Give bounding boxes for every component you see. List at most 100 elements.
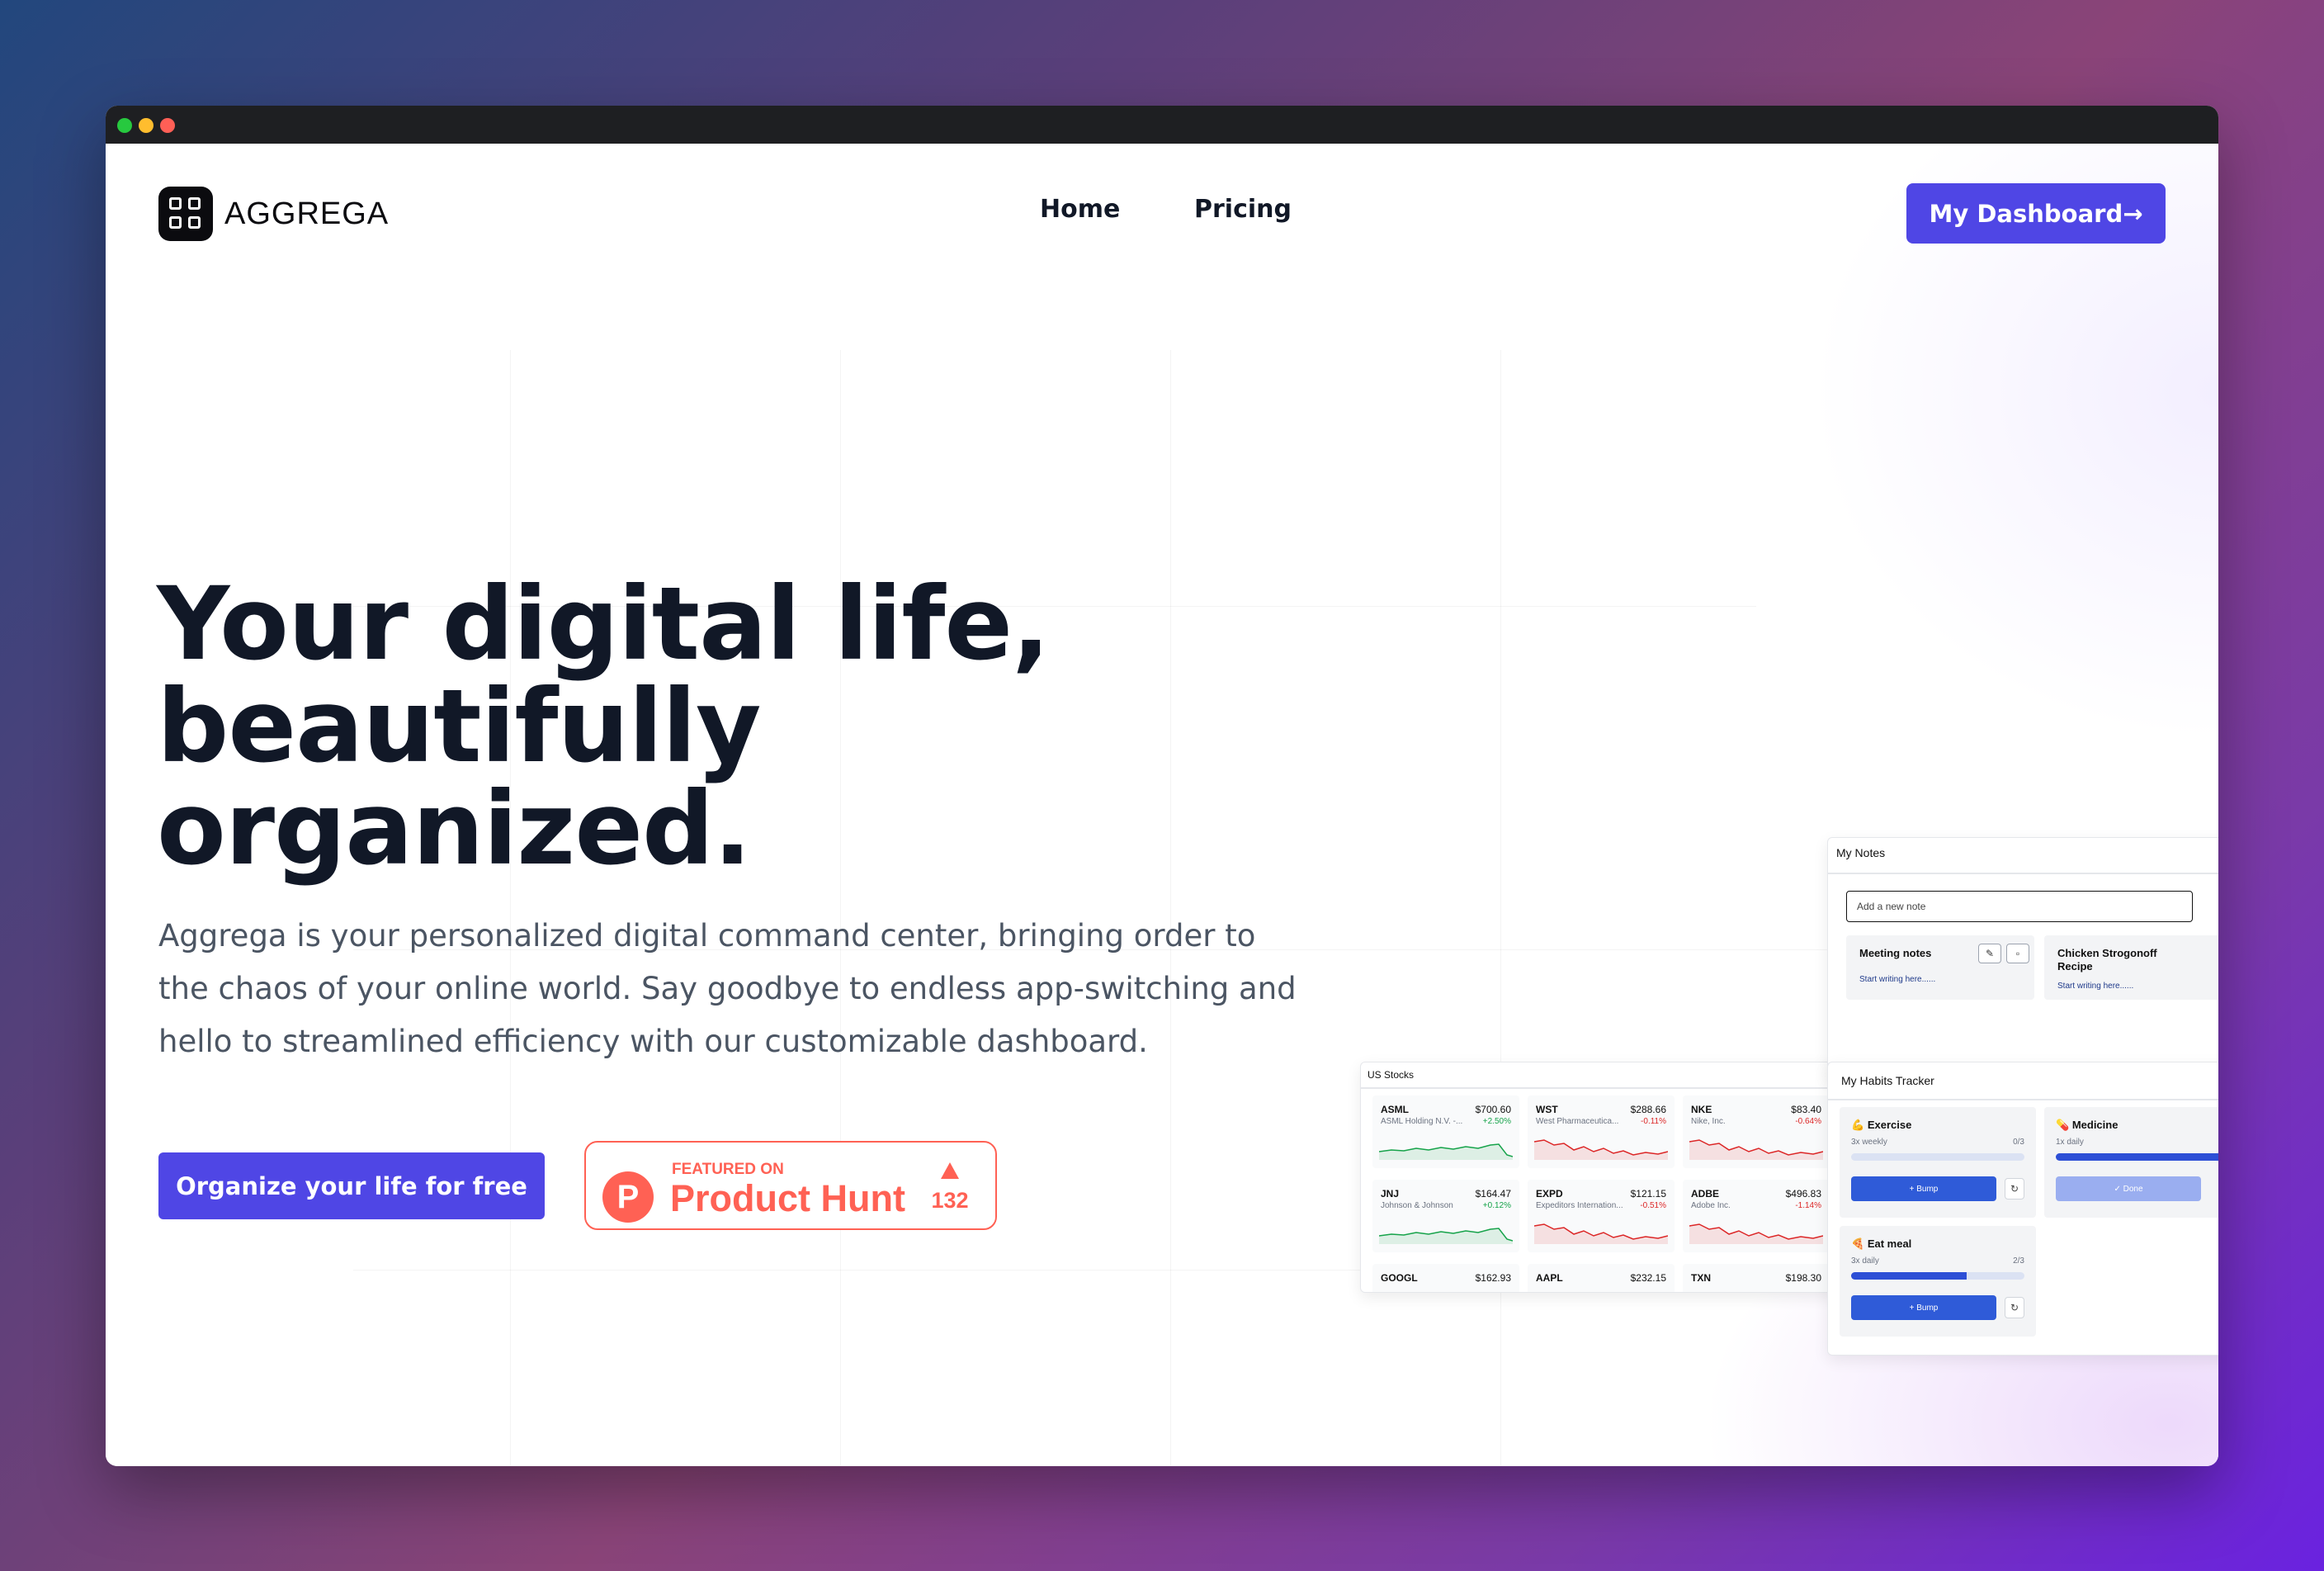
stock-change: -0.64%: [1795, 1117, 1821, 1126]
stock-tile[interactable]: GOOGL $162.93: [1372, 1264, 1519, 1292]
stock-tile[interactable]: EXPD $121.15 Expeditors Internation... -0.5…: [1528, 1180, 1675, 1252]
stock-symbol: AAPL: [1536, 1272, 1563, 1284]
stock-tile[interactable]: JNJ $164.47 Johnson & Johnson +0.12%: [1372, 1180, 1519, 1252]
stock-price: $162.93: [1475, 1272, 1511, 1284]
stock-change: -0.11%: [1641, 1117, 1666, 1126]
grid-line: [1170, 350, 1171, 1466]
product-hunt-logo-icon: P: [602, 1171, 654, 1223]
reset-icon[interactable]: ↻: [2005, 1297, 2024, 1318]
stock-company: ASML Holding N.V. -...: [1381, 1117, 1463, 1126]
stock-symbol: NKE: [1691, 1104, 1712, 1115]
window-control-maximize[interactable]: [160, 118, 175, 133]
habits-widget-title: My Habits Tracker: [1841, 1074, 1934, 1087]
hero-title: Your digital life, beautifully organized…: [157, 573, 1230, 880]
brand-logo[interactable]: AGGREGA: [158, 187, 389, 241]
stock-symbol: TXN: [1691, 1272, 1711, 1284]
product-hunt-badge[interactable]: P FEATURED ON Product Hunt 132: [584, 1141, 997, 1230]
note-card[interactable]: Meeting notes Start writing here...... ✎…: [1846, 935, 2034, 1000]
stock-price: $700.60: [1475, 1104, 1511, 1115]
stock-change: -1.14%: [1795, 1201, 1821, 1210]
window-control-minimize[interactable]: [139, 118, 154, 133]
done-button[interactable]: ✓ Done: [2056, 1176, 2201, 1201]
stock-price: $232.15: [1630, 1272, 1666, 1284]
habit-label: Eat meal: [1867, 1237, 1912, 1250]
stock-sparkline: [1689, 1223, 1823, 1244]
note-title: Meeting notes: [1859, 947, 1932, 959]
upvote-count: 132: [931, 1188, 969, 1213]
notes-widget: My Notes Add a new note Meeting notes St…: [1827, 837, 2218, 1078]
notes-widget-title: My Notes: [1836, 846, 1886, 859]
note-body: Start writing here......: [2057, 982, 2134, 991]
grid-line: [510, 350, 511, 1466]
stock-price: $496.83: [1785, 1188, 1821, 1200]
stock-tile[interactable]: AAPL $232.15: [1528, 1264, 1675, 1292]
habit-emoji: 💊: [2056, 1119, 2070, 1131]
habits-widget: My Habits Tracker 💪 Exercise 3x weekly 0…: [1827, 1062, 2218, 1356]
brand-name: AGGREGA: [224, 196, 390, 231]
hero-description-line: Aggrega is your personalized digital com…: [158, 918, 1256, 953]
hero-title-line: beautifully: [157, 668, 761, 785]
note-title: Chicken Strogonoff Recipe: [2057, 947, 2157, 972]
stock-symbol: ASML: [1381, 1104, 1409, 1115]
grid-logo-icon: [158, 187, 213, 241]
stock-sparkline: [1534, 1139, 1668, 1160]
habit-progress-fill: [2056, 1153, 2218, 1161]
stock-company: West Pharmaceutica...: [1536, 1117, 1619, 1126]
widget-divider: [1828, 1099, 2218, 1100]
stock-change: +2.50%: [1482, 1117, 1511, 1126]
note-card[interactable]: Chicken Strogonoff Recipe Start writing …: [2044, 935, 2218, 1000]
habit-name: 🍕 Eat meal: [1851, 1237, 1911, 1251]
grid-line: [1500, 350, 1501, 1466]
stock-company: Nike, Inc.: [1691, 1117, 1726, 1126]
note-body: Start writing here......: [1859, 975, 1936, 984]
bump-button[interactable]: + Bump: [1851, 1176, 1996, 1201]
stock-symbol: ADBE: [1691, 1188, 1720, 1200]
stock-change: +0.12%: [1482, 1201, 1511, 1210]
stock-symbol: JNJ: [1381, 1188, 1400, 1200]
hero-description-line: hello to streamlined efficiency with our…: [158, 1024, 1148, 1059]
hero-description: Aggrega is your personalized digital com…: [158, 910, 1297, 1068]
reset-icon[interactable]: ↻: [2005, 1178, 2024, 1200]
habit-frequency: 3x weekly: [1851, 1138, 1887, 1147]
habit-name: 💊 Medicine: [2056, 1119, 2118, 1132]
habit-frequency: 1x daily: [2056, 1138, 2084, 1147]
window-control-close[interactable]: [117, 118, 132, 133]
habit-card: 🍕 Eat meal 3x daily 2/3 + Bump ↻: [1840, 1226, 2036, 1337]
my-dashboard-button[interactable]: My Dashboard→: [1906, 183, 2166, 244]
habit-frequency: 3x daily: [1851, 1256, 1879, 1266]
landing-page: AGGREGA Home Pricing My Dashboard→ Your …: [106, 144, 2218, 1466]
stock-tile[interactable]: TXN $198.30: [1683, 1264, 1830, 1292]
stock-tile[interactable]: ADBE $496.83 Adobe Inc. -1.14%: [1683, 1180, 1830, 1252]
window-titlebar: [106, 106, 2218, 144]
habit-progress-fill: [1851, 1272, 1967, 1280]
stocks-widget-title: US Stocks: [1367, 1069, 1415, 1081]
habit-progress-bar: [1851, 1272, 2024, 1280]
stock-sparkline: [1379, 1228, 1513, 1244]
bump-button[interactable]: + Bump: [1851, 1295, 1996, 1320]
nav-home[interactable]: Home: [1040, 195, 1120, 224]
stock-sparkline: [1379, 1143, 1513, 1160]
hero-description-line: the chaos of your online world. Say good…: [158, 971, 1297, 1006]
stock-company: Johnson & Johnson: [1381, 1201, 1453, 1210]
habit-card: 💊 Medicine 1x daily ✓ Done: [2044, 1107, 2218, 1218]
edit-icon[interactable]: ✎: [1978, 944, 2001, 963]
stock-tile[interactable]: ASML $700.60 ASML Holding N.V. -... +2.50%: [1372, 1095, 1519, 1168]
habit-count: 2/3: [2013, 1256, 2024, 1266]
organize-free-button[interactable]: Organize your life for free: [158, 1152, 545, 1219]
trash-icon[interactable]: ▫: [2006, 944, 2029, 963]
widget-divider: [1361, 1087, 1838, 1089]
habit-count: 0/3: [2013, 1138, 2024, 1147]
stock-change: -0.51%: [1640, 1201, 1666, 1210]
stock-symbol: WST: [1536, 1104, 1558, 1115]
habit-name: 💪 Exercise: [1851, 1119, 1911, 1132]
stock-company: Adobe Inc.: [1691, 1201, 1731, 1210]
new-note-input[interactable]: Add a new note: [1846, 891, 2193, 922]
stock-tile[interactable]: NKE $83.40 Nike, Inc. -0.64%: [1683, 1095, 1830, 1168]
product-hunt-kicker: FEATURED ON: [672, 1161, 784, 1178]
habit-progress-bar: [2056, 1153, 2218, 1161]
stock-price: $164.47: [1475, 1188, 1511, 1200]
stock-tile[interactable]: WST $288.66 West Pharmaceutica... -0.11%: [1528, 1095, 1675, 1168]
habit-label: Exercise: [1867, 1119, 1912, 1131]
hero-title-line: Your digital life,: [157, 565, 1051, 683]
nav-pricing[interactable]: Pricing: [1194, 195, 1292, 224]
